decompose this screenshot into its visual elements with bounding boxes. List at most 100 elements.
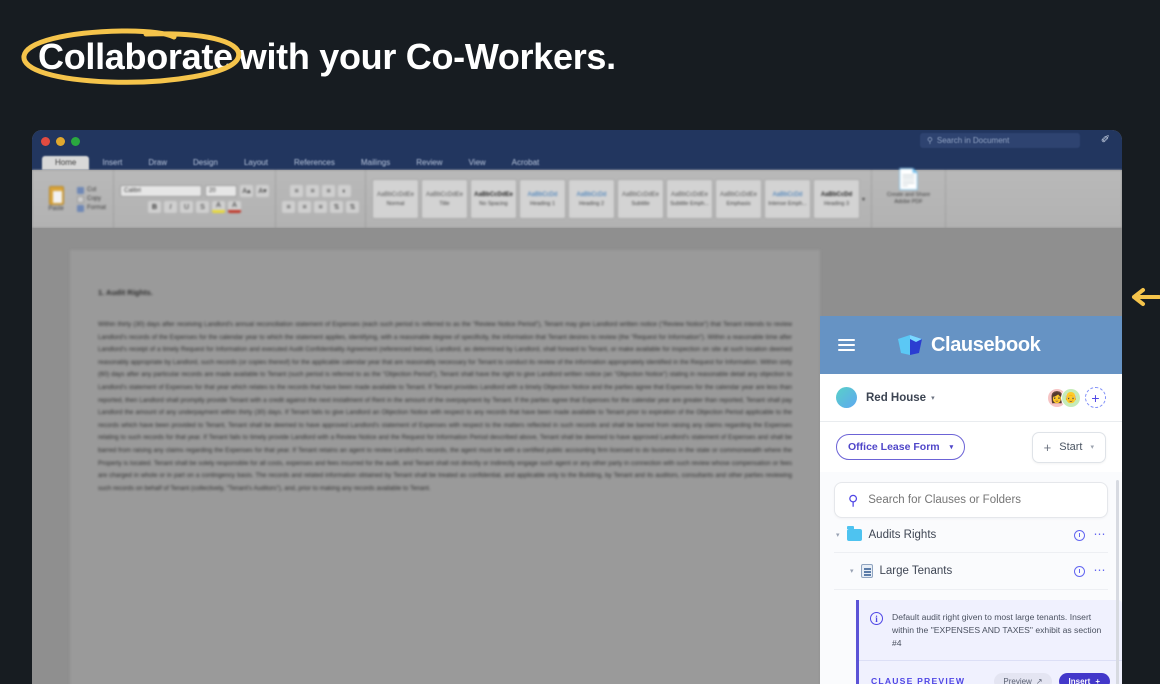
copy-label: Copy [87,196,102,202]
numbered-list-button[interactable]: ≡ [306,185,320,197]
styles-more-icon[interactable]: ▾ [862,196,865,203]
align-center-button[interactable]: ≡ [298,201,312,213]
tab-layout[interactable]: Layout [231,156,281,170]
ribbon-group-clipboard[interactable]: Paste Cut Copy Format [32,170,115,228]
clausebook-panel-body: ⚲ ▾ Audits Rights ⋯ ▾ [820,472,1122,684]
tab-acrobat[interactable]: Acrobat [499,156,553,170]
tree-item-audits-rights[interactable]: ▾ Audits Rights ⋯ [834,518,1108,553]
pen-icon[interactable]: ✐ [1101,133,1110,146]
search-icon: ⚲ [927,136,933,145]
italic-button[interactable]: I [164,201,178,213]
style-intense-emphasis[interactable]: AaBbCcDd Intense Emph... [764,179,812,219]
more-options-icon[interactable]: ⋯ [1094,564,1107,576]
search-in-document-placeholder: Search in Document [936,136,1010,145]
style-sample: AaBbCcDdEe [474,191,513,198]
align-left-button[interactable]: ≡ [282,201,296,213]
info-icon: i [870,612,883,625]
font-name-input[interactable]: Calibri [120,185,203,197]
style-heading-2[interactable]: AaBbCcDd Heading 2 [568,179,616,219]
create-share-adobe-pdf-button[interactable]: 📄 Create and Share Adobe PDF [872,170,947,228]
copy-button[interactable]: Copy [77,195,106,203]
ribbon-group-paragraph[interactable]: ≡ ≡ ≡ ◐ ≡ ≡ ≡ ⇅ ⇅ [276,170,367,228]
page-headline: Collaborate with your Co-Workers. [32,36,616,78]
search-input[interactable] [868,494,1094,506]
ribbon-toolbar[interactable]: Paste Cut Copy Format Calibri 20 A▴ A▾ B [32,170,1122,228]
screenshot-root: Collaborate with your Co-Workers. ⚲ Searc… [0,0,1160,684]
style-normal[interactable]: AaBbCcDdEe Normal [372,179,420,219]
close-icon[interactable] [41,137,50,146]
strikethrough-button[interactable]: S [196,201,210,213]
minimize-icon[interactable] [56,137,65,146]
tab-review[interactable]: Review [403,156,455,170]
window-traffic-lights[interactable] [41,137,80,146]
maximize-icon[interactable] [71,137,80,146]
cut-button[interactable]: Cut [77,186,106,194]
font-size-input[interactable]: 20 [205,185,238,197]
clausebook-panel: Clausebook Red House ▾ 👩 👴 + Office Leas… [820,316,1122,684]
ribbon-tab-strip[interactable]: Home Insert Draw Design Layout Reference… [32,152,1122,170]
increase-font-size-icon[interactable]: A▴ [240,185,254,197]
workspace-name[interactable]: Red House [866,392,926,404]
style-sample: AaBbCcDdEe [377,191,415,198]
format-label: Format [87,205,107,211]
line-spacing-button[interactable]: ⇅ [330,201,344,213]
document-page[interactable]: 1. Audit Rights. Within thirty (30) days… [70,250,820,684]
chevron-down-icon: ▾ [949,444,954,451]
style-title[interactable]: AaBbCcDdEe Title [421,179,469,219]
form-selector-dropdown[interactable]: Office Lease Form ▾ [836,434,966,460]
shading-button[interactable]: ◐ [338,185,352,197]
sort-button[interactable]: ⇅ [346,201,360,213]
style-heading-3[interactable]: AaBbCcDd Heading 3 [813,179,861,219]
chevron-down-icon[interactable]: ▾ [836,531,840,539]
search-in-document-input[interactable]: ⚲ Search in Document [920,133,1080,148]
font-color-button[interactable]: A [228,201,242,213]
history-icon[interactable] [1073,565,1085,577]
document-icon [860,564,873,578]
tab-home[interactable]: Home [42,156,90,170]
style-subtitle-emphasis[interactable]: AaBbCcDdEe Subtitle Emph... [666,179,714,219]
bold-button[interactable]: B [148,201,162,213]
align-right-button[interactable]: ≡ [314,201,328,213]
style-heading-1[interactable]: AaBbCcDd Heading 1 [519,179,567,219]
history-icon[interactable] [1073,529,1085,541]
member-avatars: 👩 👴 + [1047,387,1106,408]
tab-draw[interactable]: Draw [135,156,180,170]
tab-mailings[interactable]: Mailings [348,156,403,170]
window-titlebar: ⚲ Search in Document ✐ 👤 Share ▴ [32,130,1122,163]
paste-button[interactable]: Paste [39,186,73,212]
bulleted-list-button[interactable]: ≡ [290,185,304,197]
tab-insert[interactable]: Insert [89,156,135,170]
more-options-icon[interactable]: ⋯ [1094,528,1107,540]
scissors-icon [77,186,84,194]
highlight-color-button[interactable]: A [212,201,226,213]
tab-references[interactable]: References [281,156,348,170]
ribbon-group-styles[interactable]: AaBbCcDdEe Normal AaBbCcDdEe Title AaBbCcD… [366,170,873,228]
tab-design[interactable]: Design [180,156,231,170]
style-subtitle[interactable]: AaBbCcDdEe Subtitle [617,179,665,219]
tree-item-large-tenants[interactable]: ▾ Large Tenants ⋯ [834,553,1108,590]
multilevel-list-button[interactable]: ≡ [322,185,336,197]
decrease-font-size-icon[interactable]: A▾ [256,185,270,197]
preview-button-label: Preview [1003,676,1032,684]
hamburger-menu-icon[interactable] [838,339,855,351]
chevron-down-icon[interactable]: ▾ [850,567,854,575]
tab-view[interactable]: View [455,156,498,170]
clause-search-bar[interactable]: ⚲ [834,482,1108,518]
insert-button[interactable]: Insert + [1058,672,1110,684]
add-member-button[interactable]: + [1085,387,1106,408]
style-sample: AaBbCcDdEe [671,191,709,198]
chevron-down-icon[interactable]: ▾ [931,394,935,402]
ribbon-group-font[interactable]: Calibri 20 A▴ A▾ B I U S A A [114,170,277,228]
style-no-spacing[interactable]: AaBbCcDdEe No Spacing [470,179,518,219]
format-painter-button[interactable]: Format [77,204,107,212]
style-emphasis[interactable]: AaBbCcDdEe Emphasis [715,179,763,219]
panel-scrollbar[interactable] [1116,480,1119,684]
underline-button[interactable]: U [180,201,194,213]
preview-button[interactable]: Preview ↗ [994,672,1052,684]
start-button[interactable]: + Start ▾ [1031,431,1106,463]
style-name: Heading 1 [529,200,556,207]
tree-item-label: Large Tenants [879,565,953,577]
avatar[interactable]: 👴 [1061,387,1081,408]
style-name: Heading 3 [823,200,850,207]
style-sample: AaBbCcDdEe [720,191,758,198]
